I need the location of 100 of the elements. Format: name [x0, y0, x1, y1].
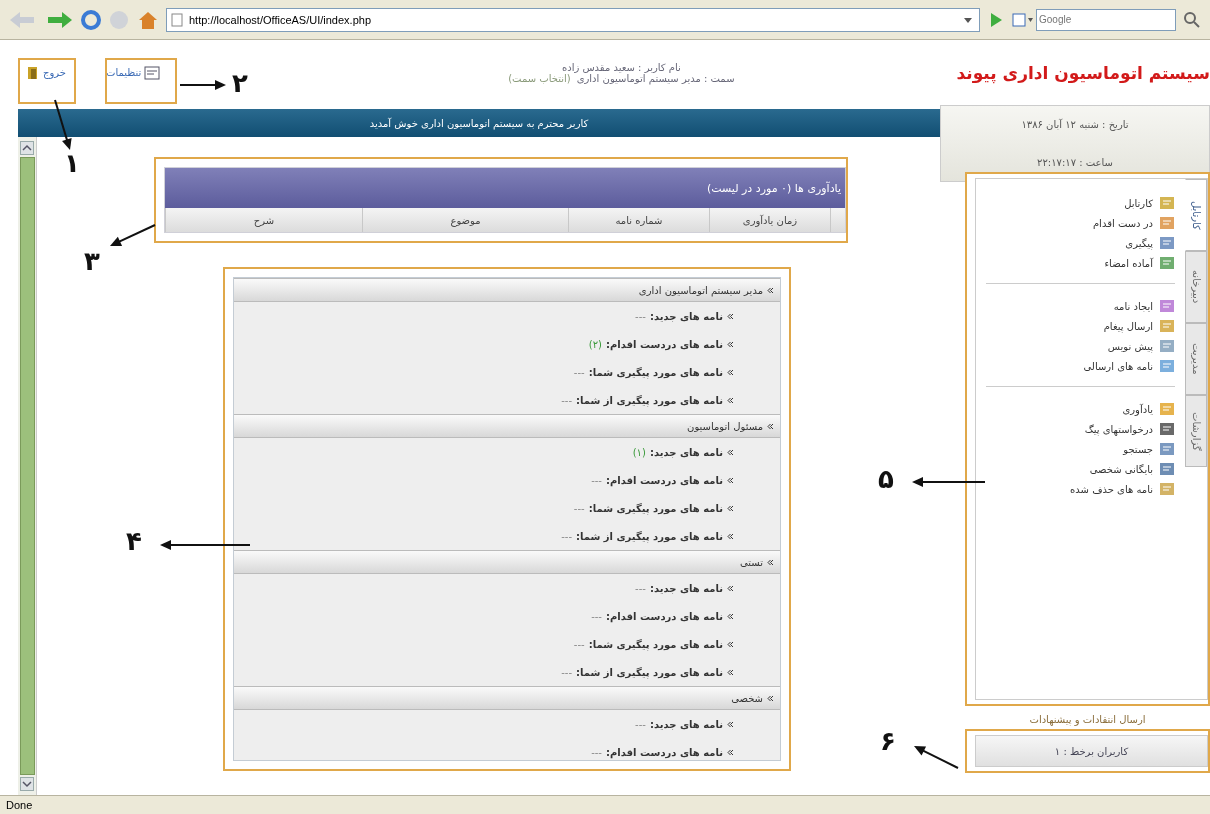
document-icon — [1159, 215, 1175, 231]
annotation-number: ۶ — [880, 728, 896, 754]
section-header[interactable]: شخصی — [234, 686, 780, 710]
document-icon — [1159, 481, 1175, 497]
scroll-down-icon[interactable] — [20, 777, 34, 791]
chevron-icon — [727, 640, 734, 648]
chevron-icon — [727, 504, 734, 512]
section-header[interactable]: مسئول اتوماسیون — [234, 414, 780, 438]
welcome-banner: کاربر محترم به سیستم اتوماسیون اداری خوش آمدید — [18, 109, 940, 137]
search-engine-icon[interactable] — [1012, 12, 1034, 27]
menu-item[interactable]: کارتابل — [1124, 193, 1175, 213]
letters-link[interactable]: نامه های دردست اقدام: — [606, 746, 723, 758]
letters-link[interactable]: نامه های مورد پیگیری شما: — [588, 638, 723, 650]
chevron-icon — [727, 612, 734, 620]
chevron-icon — [767, 694, 774, 702]
document-icon — [1159, 195, 1175, 211]
highlight-frame — [18, 58, 76, 104]
letters-link[interactable]: نامه های مورد پیگیری از شما: — [576, 394, 723, 406]
date-text: تاریخ : شنبه ۱۲ آبان ۱۳۸۶ — [1021, 119, 1129, 131]
chevron-icon — [727, 448, 734, 456]
menu-item[interactable]: ایجاد نامه — [1113, 296, 1175, 316]
annotation-arrow — [54, 99, 72, 150]
section-header[interactable]: تستی — [234, 550, 780, 574]
page-icon — [171, 12, 183, 27]
column-header[interactable]: شماره نامه — [568, 208, 709, 232]
menu-item[interactable]: جستجو — [1123, 439, 1175, 459]
menu-item[interactable]: در دست اقدام — [1092, 213, 1175, 233]
letters-link[interactable]: نامه های دردست اقدام: — [606, 474, 723, 486]
section-header[interactable]: مدیر سیستم اتوماسیون اداری — [234, 278, 780, 302]
chevron-icon — [767, 422, 774, 430]
address-bar[interactable]: http://localhost/OfficeAS/UI/index.php — [166, 7, 980, 32]
chevron-icon — [767, 558, 774, 566]
letter-count: (۲) — [588, 338, 602, 350]
letter-count: --- — [561, 530, 572, 542]
chevron-icon — [727, 312, 734, 320]
letters-link[interactable]: نامه های دردست اقدام: — [606, 610, 723, 622]
letters-link[interactable]: نامه های مورد پیگیری شما: — [588, 366, 723, 378]
menu-item[interactable]: پیش نویس — [1107, 336, 1175, 356]
document-icon — [1159, 338, 1175, 354]
chevron-icon — [727, 668, 734, 676]
letters-link[interactable]: نامه های مورد پیگیری از شما: — [576, 666, 723, 678]
annotation-number: ۱ — [64, 150, 80, 176]
menu-item[interactable]: پیگیری — [1125, 233, 1175, 253]
letter-count: --- — [573, 366, 585, 378]
search-field[interactable]: Google — [1036, 8, 1176, 31]
scrollbar[interactable] — [18, 137, 37, 795]
document-icon — [1159, 461, 1175, 477]
scroll-thumb[interactable] — [19, 157, 35, 775]
letters-link[interactable]: نامه های جدید: — [649, 582, 723, 594]
annotation-arrow — [914, 746, 959, 769]
menu-item[interactable]: درخواستهای پیگ — [1084, 419, 1175, 439]
letter-count: --- — [573, 502, 585, 514]
menu-item[interactable]: نامه های حذف شده — [1070, 479, 1175, 499]
window-icon — [144, 65, 161, 80]
scroll-up-icon[interactable] — [20, 141, 34, 155]
side-tab[interactable]: دبیرخانه — [1185, 251, 1207, 323]
column-header[interactable]: شرح — [165, 208, 362, 232]
document-icon — [1159, 235, 1175, 251]
document-icon — [1159, 255, 1175, 271]
letters-link[interactable]: نامه های جدید: — [649, 718, 723, 730]
feedback-link[interactable]: ارسال انتقادات و پیشنهادات — [965, 714, 1210, 725]
letter-count: --- — [591, 610, 602, 622]
annotation-number: ۳ — [84, 248, 100, 274]
letters-link[interactable]: نامه های جدید: — [649, 310, 723, 322]
chevron-icon — [727, 340, 734, 348]
menu-item[interactable]: بایگانی شخصی — [1089, 459, 1175, 479]
menu-item[interactable]: یادآوری — [1122, 399, 1175, 419]
side-tab[interactable]: گزارشات — [1185, 395, 1207, 467]
column-header — [830, 208, 845, 232]
chevron-icon — [727, 748, 734, 756]
annotation-arrow — [179, 80, 226, 90]
column-header[interactable]: زمان یادآوری — [709, 208, 830, 232]
letters-link[interactable]: نامه های مورد پیگیری از شما: — [576, 530, 723, 542]
annotation-arrow — [110, 224, 156, 246]
letter-count: --- — [573, 638, 585, 650]
side-tab[interactable]: کارتابل — [1185, 179, 1207, 251]
menu-item[interactable]: نامه های ارسالی — [1083, 356, 1175, 376]
table-title: یادآوری ها (۰ مورد در لیست) — [165, 168, 845, 208]
chevron-icon — [727, 368, 734, 376]
chevron-icon — [767, 286, 774, 294]
letters-link[interactable]: نامه های دردست اقدام: — [606, 338, 723, 350]
refresh-icon[interactable] — [80, 8, 102, 31]
letter-count: (۱) — [632, 446, 646, 458]
letter-count: --- — [591, 746, 602, 758]
app-logo: سیستم اتوماسیون اداری پیوند — [956, 62, 1210, 83]
document-icon — [1159, 298, 1175, 314]
chevron-icon — [727, 720, 734, 728]
online-users: کاربران برخط : ۱ — [975, 735, 1208, 767]
column-header[interactable]: موضوع — [362, 208, 568, 232]
menu-item[interactable]: آماده امضاء — [1104, 253, 1175, 273]
menu-item[interactable]: ارسال پیغام — [1103, 316, 1175, 336]
side-tab[interactable]: مدیریت — [1185, 323, 1207, 395]
chevron-icon — [727, 532, 734, 540]
letter-count: --- — [635, 718, 646, 730]
status-text: Done — [0, 795, 1210, 814]
letters-link[interactable]: نامه های مورد پیگیری شما: — [588, 502, 723, 514]
annotation-number: ۲ — [232, 70, 248, 96]
search-icon[interactable] — [1182, 9, 1202, 30]
letter-count: --- — [635, 310, 646, 322]
letters-link[interactable]: نامه های جدید: — [649, 446, 723, 458]
